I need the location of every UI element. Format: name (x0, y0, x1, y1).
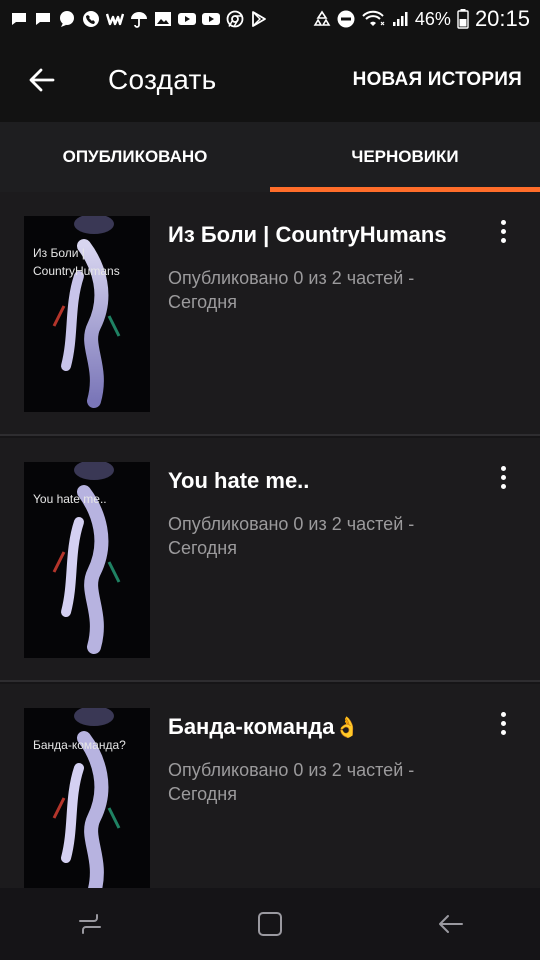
navigation-bar (0, 888, 540, 960)
story-card[interactable]: Из Боли | CountryHumans Из Боли | Countr… (0, 192, 540, 436)
back-icon (439, 915, 463, 933)
story-title-text: Банда-команда (168, 714, 335, 739)
chat-icon (10, 10, 28, 28)
story-meta: Опубликовано 0 из 2 частей - Сегодня (168, 514, 415, 558)
story-meta: Опубликовано 0 из 2 частей - Сегодня (168, 268, 415, 312)
story-cover: You hate me.. (24, 462, 150, 658)
notification-icons (10, 10, 268, 28)
home-button[interactable] (240, 894, 300, 954)
message-icon (58, 10, 76, 28)
arrow-left-icon (29, 68, 55, 92)
tab-drafts[interactable]: ЧЕРНОВИКИ (270, 122, 540, 192)
system-status: 46% 20:15 (313, 6, 530, 32)
story-cover: Банда-команда? (24, 708, 150, 888)
story-card[interactable]: You hate me.. You hate me.. Опубликовано… (0, 438, 540, 682)
story-list: Из Боли | CountryHumans Из Боли | Countr… (0, 192, 540, 888)
back-button[interactable] (22, 60, 62, 100)
recent-apps-button[interactable] (60, 894, 120, 954)
system-back-button[interactable] (420, 894, 480, 954)
cover-text: Банда-команда? (33, 738, 126, 752)
do-not-disturb-icon (337, 10, 355, 28)
story-card[interactable]: Банда-команда? Банда-команда👌 Опубликова… (0, 684, 540, 888)
chat-icon (34, 10, 52, 28)
story-title: You hate me.. (168, 468, 310, 493)
recent-apps-icon (79, 914, 101, 934)
wattpad-icon (106, 10, 124, 28)
clock: 20:15 (474, 6, 530, 31)
battery-icon (457, 9, 469, 29)
more-vert-icon (500, 711, 506, 717)
more-options-button[interactable] (488, 708, 518, 738)
tab-bar: ОПУБЛИКОВАНО ЧЕРНОВИКИ (0, 122, 540, 192)
ok-hand-emoji: 👌 (334, 717, 360, 739)
story-cover: Из Боли | CountryHumans (24, 216, 150, 412)
chrome-icon (226, 10, 244, 28)
story-meta: Опубликовано 0 из 2 частей - Сегодня (168, 760, 415, 804)
page-title: Создать (108, 64, 217, 95)
recycle-icon (313, 10, 331, 28)
more-options-button[interactable] (488, 216, 518, 246)
umbrella-icon (130, 10, 148, 28)
new-story-button[interactable]: НОВАЯ ИСТОРИЯ (353, 69, 522, 91)
tab-published[interactable]: ОПУБЛИКОВАНО (0, 122, 270, 192)
home-icon (258, 912, 282, 936)
youtube-icon (202, 10, 220, 28)
more-vert-icon (500, 465, 506, 471)
cover-text: You hate me.. (33, 492, 107, 506)
more-options-button[interactable] (488, 462, 518, 492)
wifi-icon (361, 10, 385, 28)
play-store-icon (250, 10, 268, 28)
phone-icon (82, 10, 100, 28)
gallery-icon (154, 10, 172, 28)
signal-icon (391, 10, 409, 28)
battery-percent: 46% (414, 8, 451, 29)
story-title: Из Боли | CountryHumans (168, 222, 447, 247)
app-bar: Создать НОВАЯ ИСТОРИЯ (0, 38, 540, 122)
status-bar: 46% 20:15 (0, 0, 540, 38)
cover-text: Из Боли | CountryHumans (33, 246, 120, 278)
story-title: Банда-команда👌 (168, 714, 468, 740)
youtube-icon (178, 10, 196, 28)
more-vert-icon (500, 219, 506, 225)
